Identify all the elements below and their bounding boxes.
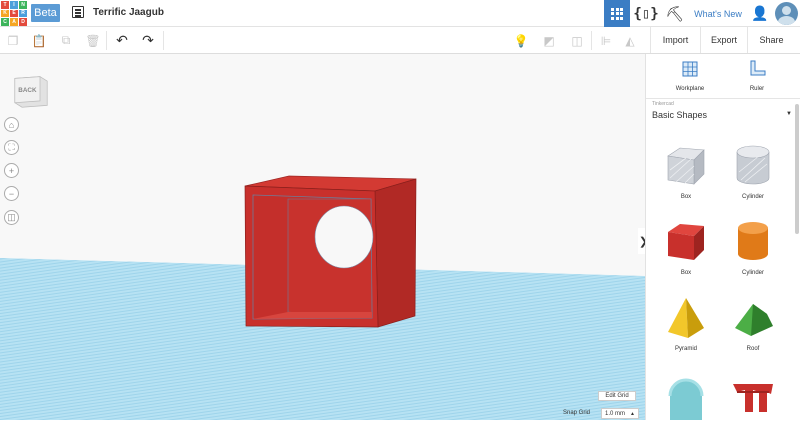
library-name: Basic Shapes (652, 110, 708, 120)
shapes-panel: Workplane Ruler Tinkercad Basic Shapes ▼… (645, 54, 800, 420)
logo-tile: I (10, 1, 18, 9)
workplane-label: Workplane (675, 86, 705, 92)
chevron-down-icon: ▼ (786, 111, 792, 117)
top-bar: TIN KER CAD Beta Terrific Jaagub {▯} ⛏ Wha… (0, 0, 800, 27)
shape-label: Box (680, 194, 692, 200)
toolbar-divider (163, 31, 164, 50)
light-bulb-icon[interactable]: 💡 (513, 33, 529, 48)
panel-scrollbar[interactable] (795, 104, 799, 234)
undo-icon[interactable]: ↶ (114, 32, 130, 48)
perspective-icon[interactable]: ◫ (4, 210, 19, 225)
pickaxe-icon: ⛏ (665, 5, 685, 23)
panel-divider (646, 98, 800, 99)
workplane-tool[interactable]: Workplane (665, 59, 715, 92)
logo-tile: C (1, 18, 9, 26)
home-view-icon[interactable]: ⌂ (4, 117, 19, 132)
ruler-tool[interactable]: Ruler (732, 59, 782, 92)
paste-icon[interactable]: 📋 (31, 33, 47, 48)
grid-view-icon (611, 7, 623, 20)
shape-round-roof[interactable] (661, 374, 711, 426)
mirror-icon[interactable]: ◭ (622, 33, 638, 48)
shape-box-hole[interactable]: Box (661, 144, 711, 200)
align-icon[interactable]: ⊫ (598, 33, 614, 48)
shape-label: Box (680, 270, 692, 276)
red-box-shape (244, 175, 417, 328)
cylinder-hole-icon (736, 145, 770, 185)
export-button[interactable]: Export (700, 27, 747, 53)
logo-tile: D (19, 18, 27, 26)
zoom-out-icon[interactable]: − (4, 186, 19, 201)
codeblocks-icon: {▯} (633, 5, 659, 22)
edit-toolbar: ❐ 📋 ⧉ 🗑 ↶ ↷ 💡 ◩ ◫ ⊫ ◭ Import Export Shar… (0, 27, 800, 54)
zoom-in-icon[interactable]: + (4, 163, 19, 178)
library-owner: Tinkercad (652, 101, 674, 107)
logo-tile: A (10, 18, 18, 26)
shape-label: Roof (746, 346, 760, 352)
box-icon (668, 224, 704, 260)
snap-grid-label: Snap Grid (563, 410, 591, 416)
workplane-icon (682, 61, 698, 77)
shape-label: Cylinder (741, 194, 764, 200)
roof-icon (735, 304, 773, 336)
ruler-icon (750, 60, 766, 76)
shape-icon[interactable]: ◩ (541, 33, 557, 48)
shape-cylinder-hole[interactable]: Cylinder (728, 144, 778, 200)
workplane-viewport[interactable]: BACK ⌂ ⛶ + − ◫ (0, 54, 645, 420)
tinkercad-logo[interactable]: TIN KER CAD (1, 1, 27, 26)
snap-grid-select[interactable]: 1.0 mm ▲ (601, 408, 639, 419)
logo-tile: N (19, 1, 27, 9)
logo-tile: R (19, 9, 27, 18)
shape-text[interactable] (728, 376, 778, 426)
snap-grid-value: 1.0 mm (605, 410, 626, 417)
shape-roof[interactable]: Roof (728, 296, 778, 352)
codeblocks-button[interactable]: {▯} (632, 0, 660, 27)
3d-view-button[interactable] (604, 0, 630, 27)
logo-tile: E (10, 9, 18, 18)
pyramid-icon (668, 298, 704, 338)
cylinder-icon (738, 222, 768, 260)
shape-pyramid[interactable]: Pyramid (661, 296, 711, 352)
shape-box[interactable]: Box (661, 220, 711, 276)
scene-svg (0, 175, 645, 420)
group-icon[interactable]: ◫ (569, 33, 585, 48)
ruler-label: Ruler (749, 86, 765, 92)
share-button[interactable]: Share (747, 27, 795, 53)
toolbar-divider (591, 31, 592, 50)
logo-tile: K (1, 9, 9, 18)
shape-cylinder[interactable]: Cylinder (728, 220, 778, 276)
toolbar-divider (106, 31, 107, 50)
shape-label: Cylinder (741, 270, 764, 276)
fit-view-icon[interactable]: ⛶ (4, 140, 19, 155)
library-select[interactable]: Basic Shapes ▼ (652, 110, 792, 120)
chevron-up-icon: ▲ (630, 410, 635, 417)
beta-badge: Beta (31, 4, 60, 22)
redo-icon[interactable]: ↷ (140, 32, 156, 48)
logo-tile: T (1, 1, 9, 9)
box-hole-icon (667, 147, 705, 185)
text-shape-icon (733, 384, 773, 412)
design-title[interactable]: Terrific Jaagub (93, 7, 164, 18)
import-button[interactable]: Import (650, 27, 700, 53)
view-cube[interactable]: BACK (13, 73, 49, 109)
copy-icon[interactable]: ❐ (5, 33, 21, 48)
whats-new-link[interactable]: What's New (690, 0, 746, 27)
edit-grid-button[interactable]: Edit Grid (598, 391, 636, 401)
delete-icon[interactable]: 🗑 (85, 33, 101, 48)
avatar[interactable] (775, 2, 798, 25)
shape-label: Pyramid (674, 346, 697, 352)
minecraft-button[interactable]: ⛏ (662, 0, 688, 27)
round-roof-icon (668, 378, 704, 420)
duplicate-icon[interactable]: ⧉ (58, 33, 74, 48)
add-user-button[interactable]: 👤 (748, 0, 772, 27)
view-cube-label: BACK (18, 87, 37, 94)
design-list-icon[interactable] (72, 6, 84, 18)
add-user-icon: 👤 (751, 5, 769, 21)
